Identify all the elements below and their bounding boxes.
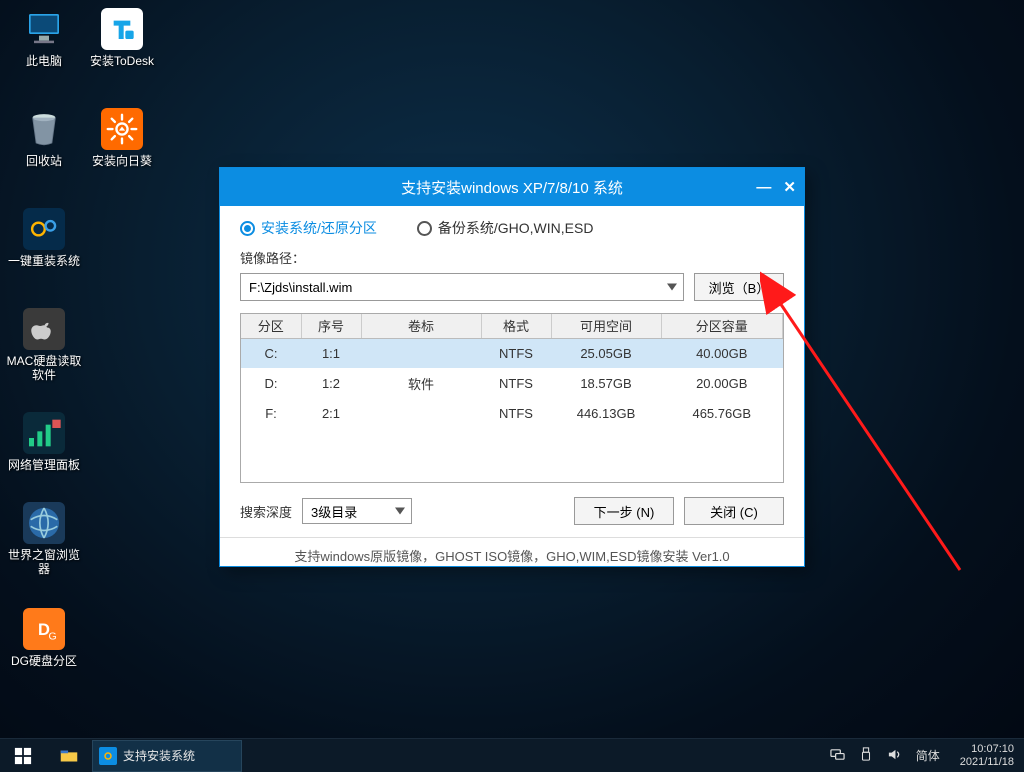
task-label: 支持安装系统 xyxy=(123,747,195,764)
ime-indicator[interactable]: 简体 xyxy=(916,747,940,764)
desktop-icon-theworld-browser[interactable]: 世界之窗浏览器 xyxy=(6,502,82,576)
cell-seq: 1:2 xyxy=(301,368,361,398)
folder-icon xyxy=(58,745,80,767)
gears-icon xyxy=(23,208,65,250)
cell-seq: 2:1 xyxy=(301,398,361,428)
col-capacity: 分区容量 xyxy=(661,314,783,338)
chevron-down-icon xyxy=(395,508,405,515)
chevron-down-icon xyxy=(667,284,677,291)
installer-dialog: 支持安装windows XP/7/8/10 系统 — ✕ 安装系统/还原分区 备… xyxy=(219,167,805,567)
cell-fmt: NTFS xyxy=(481,338,551,368)
radio-label: 安装系统/还原分区 xyxy=(261,218,377,238)
cell-vol xyxy=(361,398,481,428)
radio-install-restore[interactable]: 安装系统/还原分区 xyxy=(240,218,377,238)
gear-icon xyxy=(99,747,117,765)
tray-clock[interactable]: 10:07:10 2021/11/18 xyxy=(954,743,1014,769)
system-tray: 简体 10:07:10 2021/11/18 xyxy=(830,743,1024,769)
desktop-icon-diskgenius[interactable]: DG DG硬盘分区 xyxy=(6,608,82,668)
cell-cap: 465.76GB xyxy=(661,398,783,428)
desktop-icon-this-pc[interactable]: 此电脑 xyxy=(6,8,82,68)
cell-free: 25.05GB xyxy=(551,338,661,368)
network-icon[interactable] xyxy=(830,747,845,765)
cell-cap: 20.00GB xyxy=(661,368,783,398)
icon-label: 一键重装系统 xyxy=(8,254,80,268)
next-button[interactable]: 下一步 (N) xyxy=(574,497,674,525)
cell-fmt: NTFS xyxy=(481,398,551,428)
cell-vol: 软件 xyxy=(361,368,481,398)
col-sequence: 序号 xyxy=(301,314,361,338)
image-path-dropdown[interactable]: F:\Zjds\install.wim xyxy=(240,273,684,301)
icon-label: DG硬盘分区 xyxy=(11,654,77,668)
computer-icon xyxy=(23,8,65,50)
diskgenius-icon: DG xyxy=(23,608,65,650)
icon-label: 网络管理面板 xyxy=(8,458,80,472)
minimize-button[interactable]: — xyxy=(756,179,771,196)
cell-part: F: xyxy=(241,398,301,428)
icon-label: 安装ToDesk xyxy=(90,54,154,68)
table-row[interactable]: C:1:1 NTFS25.05GB40.00GB xyxy=(241,338,783,368)
recycle-bin-icon xyxy=(23,108,65,150)
table-row[interactable]: F:2:1 NTFS446.13GB465.76GB xyxy=(241,398,783,428)
browse-button[interactable]: 浏览（B） xyxy=(694,273,784,301)
desktop-icon-sunflower[interactable]: 安装向日葵 xyxy=(84,108,160,168)
table-header-row: 分区 序号 卷标 格式 可用空间 分区容量 xyxy=(241,314,783,338)
radio-backup[interactable]: 备份系统/GHO,WIN,ESD xyxy=(417,218,594,238)
search-depth-label: 搜索深度 xyxy=(240,502,292,521)
icon-label: MAC硬盘读取软件 xyxy=(6,354,82,382)
icon-label: 安装向日葵 xyxy=(92,154,152,168)
usb-icon[interactable] xyxy=(859,747,873,764)
cell-fmt: NTFS xyxy=(481,368,551,398)
desktop-icon-recycle-bin[interactable]: 回收站 xyxy=(6,108,82,168)
taskbar: 支持安装系统 简体 10:07:10 2021/11/18 xyxy=(0,738,1024,772)
table-row[interactable]: D:1:2软件NTFS18.57GB20.00GB xyxy=(241,368,783,398)
icon-label: 此电脑 xyxy=(26,54,62,68)
desktop-icon-net-panel[interactable]: 网络管理面板 xyxy=(6,412,82,472)
dialog-footer: 支持windows原版镜像，GHOST ISO镜像，GHO,WIM,ESD镜像安… xyxy=(220,537,804,565)
cell-free: 446.13GB xyxy=(551,398,661,428)
col-format: 格式 xyxy=(481,314,551,338)
col-partition: 分区 xyxy=(241,314,301,338)
search-depth-value: 3级目录 xyxy=(311,502,357,521)
tray-time: 10:07:10 xyxy=(960,743,1014,756)
cell-vol xyxy=(361,338,481,368)
dialog-titlebar[interactable]: 支持安装windows XP/7/8/10 系统 — ✕ xyxy=(220,168,804,206)
radio-icon xyxy=(417,221,432,236)
globe-icon xyxy=(23,502,65,544)
todesk-icon xyxy=(101,8,143,50)
svg-text:G: G xyxy=(49,631,57,643)
icon-label: 回收站 xyxy=(26,154,62,168)
apple-drive-icon xyxy=(23,308,65,350)
desktop-icon-reinstall[interactable]: 一键重装系统 xyxy=(6,208,82,268)
cell-free: 18.57GB xyxy=(551,368,661,398)
radio-label: 备份系统/GHO,WIN,ESD xyxy=(438,218,594,238)
cell-part: C: xyxy=(241,338,301,368)
image-path-value: F:\Zjds\install.wim xyxy=(249,280,352,295)
desktop-icon-mac-reader[interactable]: MAC硬盘读取软件 xyxy=(6,308,82,382)
icon-label: 世界之窗浏览器 xyxy=(6,548,82,576)
volume-icon[interactable] xyxy=(887,747,902,765)
search-depth-dropdown[interactable]: 3级目录 xyxy=(302,498,412,524)
sunflower-icon xyxy=(101,108,143,150)
network-panel-icon xyxy=(23,412,65,454)
radio-icon xyxy=(240,221,255,236)
col-volume: 卷标 xyxy=(361,314,481,338)
desktop-icon-todesk[interactable]: 安装ToDesk xyxy=(84,8,160,68)
start-button[interactable] xyxy=(0,739,46,772)
windows-logo-icon xyxy=(14,747,32,765)
close-dialog-button[interactable]: 关闭 (C) xyxy=(684,497,784,525)
tray-date: 2021/11/18 xyxy=(960,756,1014,769)
taskbar-task-installer[interactable]: 支持安装系统 xyxy=(92,740,242,772)
image-path-label: 镜像路径： xyxy=(240,248,784,267)
cell-seq: 1:1 xyxy=(301,338,361,368)
partition-table: 分区 序号 卷标 格式 可用空间 分区容量 C:1:1 NTFS25.05GB40… xyxy=(240,313,784,483)
col-free: 可用空间 xyxy=(551,314,661,338)
close-button[interactable]: ✕ xyxy=(783,178,796,196)
dialog-title: 支持安装windows XP/7/8/10 系统 xyxy=(401,177,623,198)
cell-cap: 40.00GB xyxy=(661,338,783,368)
cell-part: D: xyxy=(241,368,301,398)
taskbar-explorer-icon[interactable] xyxy=(46,739,92,772)
